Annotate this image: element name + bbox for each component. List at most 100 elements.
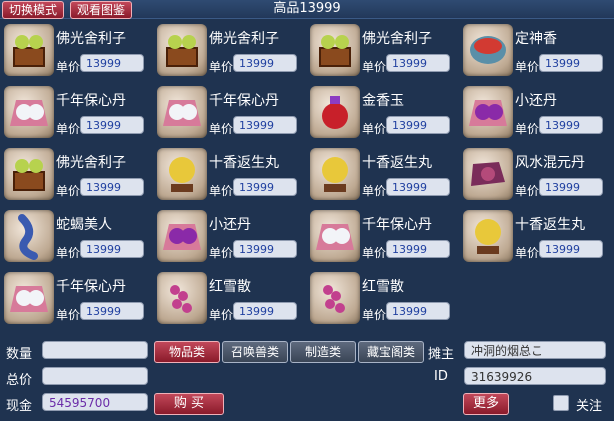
red-flower-icon: [157, 272, 207, 324]
item-slot[interactable]: 风水混元丹 单价 13999: [459, 144, 609, 204]
pill-cloth-icon: [4, 86, 54, 138]
item-name: 佛光舍利子: [209, 31, 279, 47]
category-crafting-button[interactable]: 制造类: [290, 341, 356, 363]
item-slot[interactable]: 千年保心丹 单价 13999: [0, 82, 150, 142]
golden-orb-icon: [157, 148, 207, 200]
page-title: 高品13999: [273, 1, 341, 16]
price-label: 单价: [209, 308, 234, 322]
relic-box-icon: [310, 24, 360, 76]
follow-checkbox[interactable]: [553, 395, 569, 411]
centipede-icon: [4, 210, 54, 262]
item-name: 千年保心丹: [56, 93, 126, 109]
price-label: 单价: [362, 246, 387, 260]
item-name: 十香返生丸: [209, 155, 279, 171]
item-name: 佛光舍利子: [362, 31, 432, 47]
price-value: 13999: [386, 302, 450, 320]
item-name: 蛇蝎美人: [56, 217, 112, 233]
price-value: 13999: [386, 54, 450, 72]
price-value: 13999: [80, 116, 144, 134]
price-value: 13999: [80, 178, 144, 196]
item-name: 金香玉: [362, 93, 404, 109]
red-pouch-icon: [310, 86, 360, 138]
item-name: 十香返生丸: [362, 155, 432, 171]
quantity-label: 数量: [6, 347, 33, 362]
category-summons-button[interactable]: 召唤兽类: [222, 341, 288, 363]
price-label: 单价: [515, 184, 540, 198]
item-slot[interactable]: 红雪散 单价 13999: [306, 268, 456, 328]
item-grid: 佛光舍利子 单价 13999 佛光舍利子 单价 13999 佛光舍利子 单价 1…: [0, 20, 614, 330]
red-flower-icon: [310, 272, 360, 324]
relic-box-icon: [4, 24, 54, 76]
price-value: 13999: [80, 240, 144, 258]
seller-label: 摊主: [428, 347, 455, 362]
price-label: 单价: [515, 122, 540, 136]
id-field: 31639926: [464, 367, 606, 385]
category-treasure-button[interactable]: 藏宝阁类: [358, 341, 424, 363]
price-value: 13999: [80, 54, 144, 72]
price-label: 单价: [209, 184, 234, 198]
category-items-button[interactable]: 物品类: [154, 341, 220, 363]
price-label: 单价: [56, 122, 81, 136]
cash-label: 现金: [6, 399, 33, 414]
incense-bowl-icon: [463, 24, 513, 76]
price-label: 单价: [209, 60, 234, 74]
item-slot[interactable]: 佛光舍利子 单价 13999: [0, 20, 150, 80]
item-slot[interactable]: 蛇蝎美人 单价 13999: [0, 206, 150, 266]
price-value: 13999: [539, 116, 603, 134]
item-slot[interactable]: 佛光舍利子 单价 13999: [306, 20, 456, 80]
price-value: 13999: [233, 302, 297, 320]
golden-orb-icon: [463, 210, 513, 262]
price-label: 单价: [362, 184, 387, 198]
item-name: 红雪散: [209, 279, 251, 295]
buy-button[interactable]: 购 买: [154, 393, 224, 415]
item-slot[interactable]: 红雪散 单价 13999: [153, 268, 303, 328]
price-value: 13999: [233, 178, 297, 196]
item-slot[interactable]: 小还丹 单价 13999: [153, 206, 303, 266]
item-slot[interactable]: 十香返生丸 单价 13999: [459, 206, 609, 266]
item-name: 佛光舍利子: [56, 31, 126, 47]
price-value: 13999: [233, 240, 297, 258]
pill-cloth-icon: [157, 86, 207, 138]
item-slot[interactable]: 佛光舍利子 单价 13999: [0, 144, 150, 204]
item-slot[interactable]: 定神香 单价 13999: [459, 20, 609, 80]
item-slot[interactable]: 十香返生丸 单价 13999: [306, 144, 456, 204]
follow-label: 关注: [576, 399, 603, 414]
price-label: 单价: [209, 122, 234, 136]
quantity-input[interactable]: [42, 341, 148, 359]
relic-box-icon: [157, 24, 207, 76]
item-name: 风水混元丹: [515, 155, 585, 171]
price-label: 单价: [56, 246, 81, 260]
item-slot[interactable]: 十香返生丸 单价 13999: [153, 144, 303, 204]
price-label: 单价: [362, 308, 387, 322]
price-label: 单价: [56, 60, 81, 74]
price-value: 13999: [80, 302, 144, 320]
item-name: 小还丹: [209, 217, 251, 233]
feng-shui-pill-icon: [463, 148, 513, 200]
price-label: 单价: [56, 308, 81, 322]
item-slot[interactable]: 小还丹 单价 13999: [459, 82, 609, 142]
pill-cloth-icon: [310, 210, 360, 262]
price-value: 13999: [233, 116, 297, 134]
more-button[interactable]: 更多: [463, 393, 509, 415]
purple-pill-icon: [157, 210, 207, 262]
cash-field: 54595700: [42, 393, 148, 411]
price-value: 13999: [233, 54, 297, 72]
price-label: 单价: [515, 246, 540, 260]
price-value: 13999: [386, 116, 450, 134]
item-slot[interactable]: 佛光舍利子 单价 13999: [153, 20, 303, 80]
price-label: 单价: [362, 122, 387, 136]
item-slot[interactable]: 千年保心丹 单价 13999: [153, 82, 303, 142]
seller-field: 冲洞的烟总こ: [464, 341, 606, 359]
item-slot[interactable]: 千年保心丹 单价 13999: [0, 268, 150, 328]
price-value: 13999: [539, 240, 603, 258]
price-label: 单价: [515, 60, 540, 74]
item-name: 佛光舍利子: [56, 155, 126, 171]
price-value: 13999: [386, 178, 450, 196]
item-name: 千年保心丹: [56, 279, 126, 295]
relic-box-icon: [4, 148, 54, 200]
price-value: 13999: [539, 178, 603, 196]
golden-orb-icon: [310, 148, 360, 200]
price-label: 单价: [56, 184, 81, 198]
item-slot[interactable]: 千年保心丹 单价 13999: [306, 206, 456, 266]
item-slot[interactable]: 金香玉 单价 13999: [306, 82, 456, 142]
